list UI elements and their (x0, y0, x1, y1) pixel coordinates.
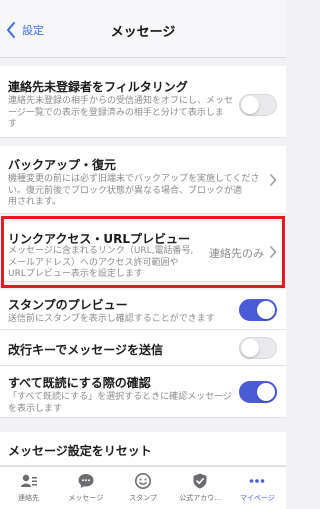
setting-row-enter-to-send[interactable]: 改行キーでメッセージを送信 (0, 330, 286, 366)
desc-line: 機種変更の前には必ず旧端末でバックアップを実施してくださ (8, 174, 260, 184)
stamp-preview-toggle[interactable] (239, 299, 277, 321)
highlight-frame (1, 216, 285, 288)
tab-contacts[interactable]: 連絡先 (0, 467, 57, 509)
reset-message-settings-button[interactable]: メッセージ設定をリセット (0, 432, 286, 466)
setting-title: スタンプのプレビュー (8, 298, 128, 312)
setting-description: 連絡先未登録の相手からの受信通知をオフにし、メッセ ージ一覧での表示を登録済みの… (8, 96, 233, 131)
setting-description: 機種変更の前には必ず旧端末でバックアップを実施してくださ い。復元前後でブロック… (8, 174, 259, 209)
setting-row-mark-all-read-confirm[interactable]: すべて既読にする際の確認 「すべて既読にする」を選択するときに確認メッセージ を… (0, 366, 286, 418)
desc-line: す (8, 119, 18, 129)
setting-row-backup-restore[interactable]: バックアップ・復元 機種変更の前には必ず旧端末でバックアップを実施してくださ い… (0, 146, 286, 214)
setting-title: メッセージ設定をリセット (8, 444, 152, 458)
setting-row-stamp-preview[interactable]: スタンプのプレビュー 送信前にスタンプを表示し確認することができます (0, 290, 286, 330)
tab-stamps[interactable]: スタンプ (114, 467, 171, 509)
tab-bar: 連絡先 メッセージ スタンプ 公式アカウ… マイページ (0, 466, 286, 509)
setting-title: 連絡先未登録者をフィルタリング (8, 80, 188, 94)
tab-label: メッセージ (68, 494, 104, 502)
setting-title: すべて既読にする際の確認 (8, 376, 151, 390)
navigation-bar: 設定 メッセージ (0, 0, 286, 58)
desc-line: 「すべて既読にする」を選択するときに確認メッセージ (8, 392, 232, 402)
setting-row-filter-unregistered[interactable]: 連絡先未登録者をフィルタリング 連絡先未登録の相手からの受信通知をオフにし、メッ… (0, 66, 286, 138)
tab-official-accounts[interactable]: 公式アカウ… (172, 467, 229, 509)
tab-label: 連絡先 (18, 494, 40, 502)
tab-messages[interactable]: メッセージ (57, 467, 114, 509)
setting-title: バックアップ・復元 (8, 158, 117, 172)
desc-line: ージ一覧での表示を登録済みの相手と分けて表示しま (8, 107, 224, 118)
desc-line: を表示します (8, 403, 63, 414)
setting-description: 送信前にスタンプを表示し確認することができます (8, 314, 215, 326)
tab-label: スタンプ (129, 494, 157, 502)
mark-all-read-confirm-toggle[interactable] (239, 381, 277, 403)
tab-label: マイページ (239, 494, 275, 502)
toggle-knob (257, 301, 275, 319)
desc-line: い。復元前後でブロック状態が異なる場合、ブロックが適 (8, 185, 243, 196)
chevron-right-icon (270, 174, 277, 186)
tab-mypage[interactable]: マイページ (229, 467, 286, 509)
toggle-knob (241, 339, 259, 357)
tab-label: 公式アカウ… (179, 494, 222, 502)
filter-unregistered-toggle[interactable] (239, 94, 277, 116)
toggle-knob (257, 383, 275, 401)
contacts-icon (20, 474, 37, 487)
toggle-knob (241, 96, 259, 114)
desc-line: 用されます。 (8, 197, 62, 207)
desc-line: 送信前にスタンプを表示し確認することができます (8, 314, 215, 324)
setting-description: 「すべて既読にする」を選択するときに確認メッセージ を表示します (8, 392, 232, 415)
message-icon (78, 474, 94, 488)
enter-to-send-toggle[interactable] (239, 337, 277, 359)
desc-line: 連絡先未登録の相手からの受信通知をオフにし、メッセ (8, 96, 234, 106)
page-title: メッセージ (110, 25, 176, 40)
mypage-icon (250, 479, 265, 483)
stamp-icon (135, 473, 151, 489)
setting-title: 改行キーでメッセージを送信 (8, 343, 164, 357)
official-account-icon (193, 473, 207, 489)
